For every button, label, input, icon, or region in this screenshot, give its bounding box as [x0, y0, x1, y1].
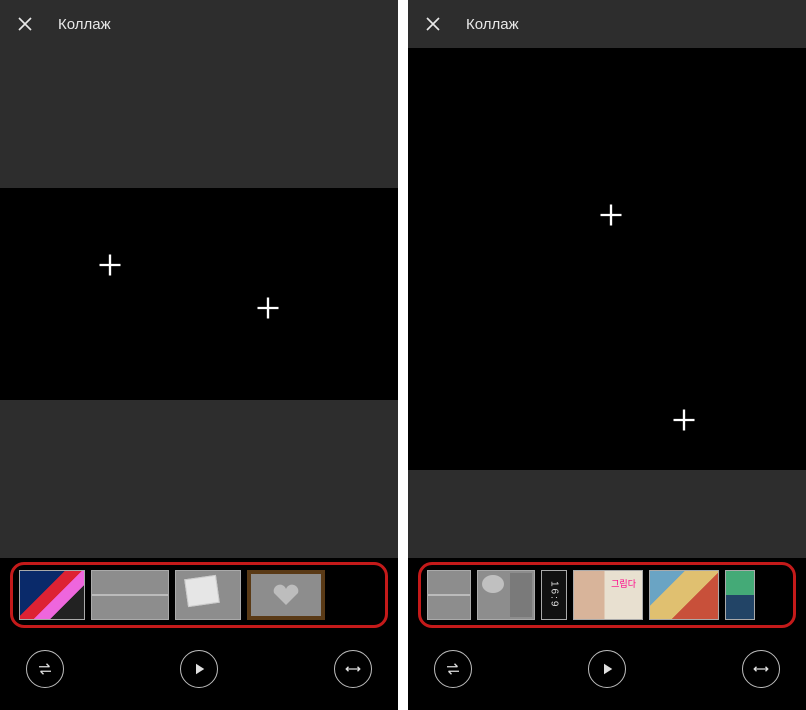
template-item[interactable]: 그립다 — [573, 570, 643, 620]
template-item[interactable] — [175, 570, 241, 620]
play-button[interactable] — [180, 650, 218, 688]
plus-icon — [597, 201, 625, 229]
header-left: Коллаж — [0, 0, 398, 48]
page-title: Коллаж — [466, 16, 519, 33]
bottom-controls — [408, 650, 806, 688]
play-button[interactable] — [588, 650, 626, 688]
add-slot-2[interactable] — [248, 288, 288, 328]
canvas-gray-bottom — [408, 470, 806, 558]
page-title: Коллаж — [58, 16, 111, 33]
swap-icon — [444, 660, 462, 678]
template-item-selected[interactable] — [19, 570, 85, 620]
close-icon — [424, 15, 442, 33]
close-button[interactable] — [10, 9, 40, 39]
add-slot-1[interactable] — [90, 245, 130, 285]
play-icon — [598, 660, 616, 678]
swap-button[interactable] — [434, 650, 472, 688]
template-overlay-text: 그립다 — [611, 577, 636, 590]
template-ratio[interactable]: 16:9 — [541, 570, 567, 620]
crop-icon — [752, 660, 770, 678]
plus-icon — [670, 406, 698, 434]
plus-icon — [96, 251, 124, 279]
swap-icon — [36, 660, 54, 678]
add-slot-1[interactable] — [591, 195, 631, 235]
header-right: Коллаж — [408, 0, 806, 48]
templates-bar[interactable] — [10, 562, 388, 628]
canvas-gray-top — [0, 48, 398, 188]
phone-left: Коллаж — [0, 0, 398, 710]
play-icon — [190, 660, 208, 678]
phone-right: Коллаж 16:9 그립다 — [408, 0, 806, 710]
bottom-controls — [0, 650, 398, 688]
canvas-gray-bottom — [0, 400, 398, 558]
plus-icon — [254, 294, 282, 322]
templates-bar[interactable]: 16:9 그립다 — [418, 562, 796, 628]
add-slot-2[interactable] — [664, 400, 704, 440]
template-item[interactable] — [427, 570, 471, 620]
swap-button[interactable] — [26, 650, 64, 688]
template-item[interactable] — [477, 570, 535, 620]
crop-icon — [344, 660, 362, 678]
template-item[interactable] — [247, 570, 325, 620]
close-button[interactable] — [418, 9, 448, 39]
template-item[interactable] — [649, 570, 719, 620]
template-item[interactable] — [725, 570, 755, 620]
close-icon — [16, 15, 34, 33]
crop-button[interactable] — [742, 650, 780, 688]
template-item[interactable] — [91, 570, 169, 620]
crop-button[interactable] — [334, 650, 372, 688]
